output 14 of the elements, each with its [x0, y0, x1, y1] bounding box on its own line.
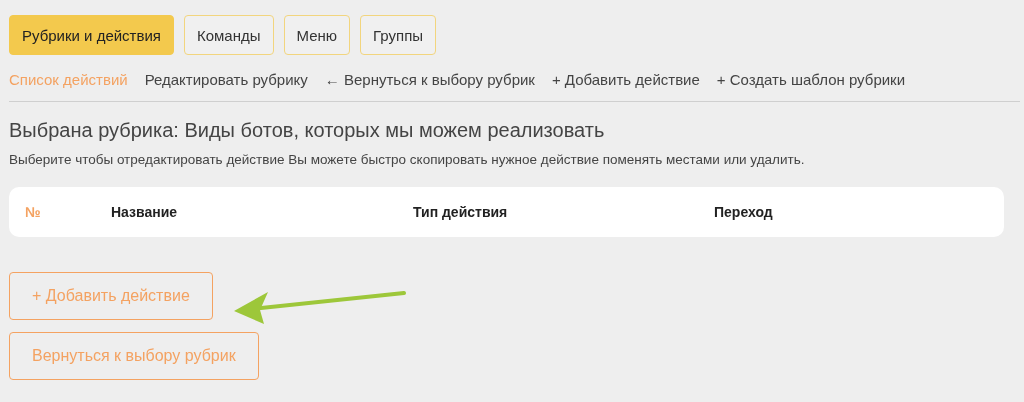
nav-link[interactable]: Редактировать рубрику [144, 71, 308, 88]
nav-link[interactable]: + Создать шаблон рубрики [716, 71, 906, 88]
column-header: Переход [714, 204, 774, 220]
tab[interactable]: Команды [183, 15, 274, 55]
column-header: № [25, 204, 42, 220]
tab[interactable]: Рубрики и действия [9, 15, 174, 55]
tab[interactable]: Группы [360, 15, 437, 55]
column-header: Название [111, 204, 179, 220]
page-heading: Выбрана рубрика: Виды ботов, которых мы можем реализовать [9, 119, 606, 142]
column-header: Тип действия [413, 204, 509, 220]
tab[interactable]: Меню [283, 15, 351, 55]
nav-link[interactable]: + Добавить действие [551, 71, 700, 88]
nav-link[interactable]: ← Вернуться к выбору рубрик [324, 71, 535, 88]
description-text: Выберите чтобы отредактировать действие Вы можете быстро скопировать нужное действие поменять местами или удалить. [9, 152, 806, 167]
